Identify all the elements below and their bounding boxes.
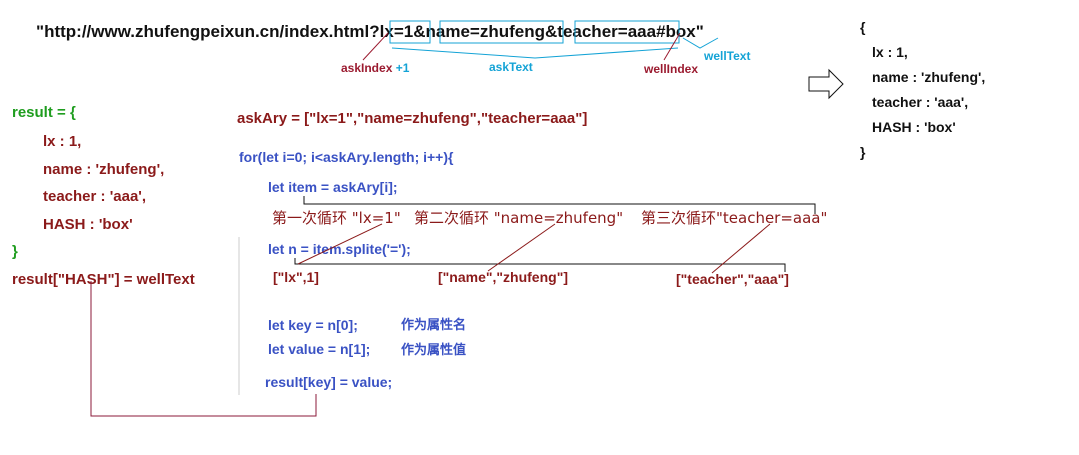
connector-overlay [90, 20, 844, 417]
box-lx-param [389, 20, 431, 44]
diagram-canvas: "http://www.zhufengpeixun.cn/index.html?… [0, 0, 1079, 455]
well-text-brace [682, 37, 719, 49]
ask-index-pointer [362, 32, 389, 61]
ask-text-brace [391, 47, 679, 59]
split-result-bracket [294, 258, 786, 272]
loop3-to-result3-line [711, 223, 771, 274]
loop1-to-split-line [297, 223, 383, 265]
right-arrow-icon [808, 68, 844, 100]
box-teacher-param [574, 20, 680, 44]
assign-back-link [90, 281, 317, 417]
box-name-param [439, 20, 564, 44]
well-index-pointer [663, 32, 681, 61]
item-bracket [303, 196, 816, 214]
